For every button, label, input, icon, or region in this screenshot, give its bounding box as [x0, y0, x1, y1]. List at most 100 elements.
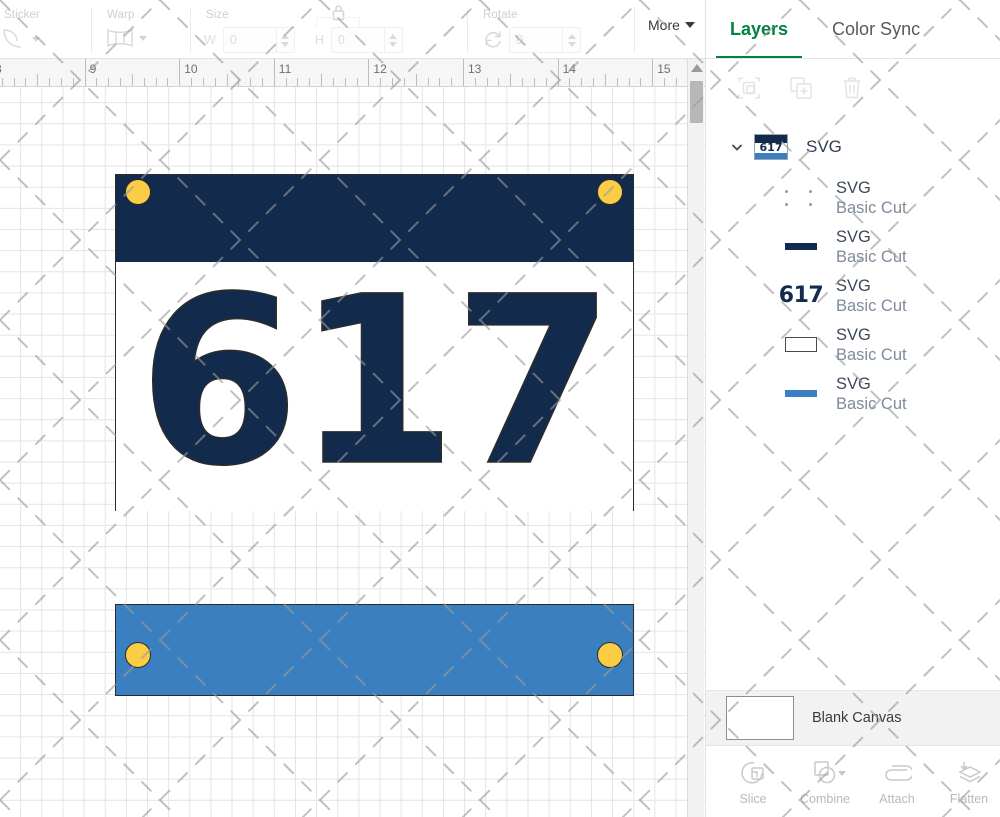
flatten-button[interactable]: Flatten — [940, 758, 998, 806]
delete-icon[interactable] — [840, 75, 864, 106]
group-icon[interactable] — [736, 75, 762, 106]
layer-text: SVG Basic Cut — [836, 178, 907, 218]
ruler-number: 14 — [562, 62, 576, 76]
horizontal-ruler[interactable]: 8 9 10 11 12 13 14 15 — [0, 59, 710, 87]
layer-subtitle: Basic Cut — [836, 198, 907, 217]
blank-canvas-row[interactable]: Blank Canvas — [706, 690, 1000, 745]
chevron-down-icon[interactable] — [726, 136, 748, 158]
layer-row-rect[interactable]: SVG Basic Cut — [706, 320, 1000, 369]
app-root: Sticker Warp Size W 0 H 0 Rotate 0 More … — [0, 0, 1000, 817]
right-panel: Layers Color Sync 617 SVG SVG Basic Cut … — [705, 0, 1000, 817]
layer-row-group[interactable]: 617 SVG — [706, 121, 1000, 173]
height-axis-label: H — [314, 33, 324, 47]
layer-title: SVG — [836, 178, 871, 197]
tab-color-sync-label: Color Sync — [832, 19, 921, 39]
ruler-major-tick — [557, 59, 559, 86]
scroll-up-arrow[interactable] — [691, 64, 703, 72]
ruler-minor-tick — [628, 78, 630, 86]
ruler-minor-tick — [285, 78, 287, 86]
grommet-bottom-left[interactable] — [125, 642, 151, 668]
layer-row-number[interactable]: 617 SVG Basic Cut — [706, 271, 1000, 320]
artwork-number[interactable]: 617 — [115, 265, 634, 499]
grommet-top-right[interactable] — [597, 179, 623, 205]
tab-layers-label: Layers — [730, 19, 789, 39]
layer-row-dots[interactable]: SVG Basic Cut — [706, 173, 1000, 222]
layer-row-navy-bar[interactable]: SVG Basic Cut — [706, 222, 1000, 271]
layer-text: SVG Basic Cut — [836, 227, 907, 267]
combine-icon — [804, 758, 846, 788]
width-field[interactable]: 0 — [222, 27, 295, 53]
more-label: More — [648, 17, 680, 33]
height-field[interactable]: 0 — [330, 27, 403, 53]
ruler-minor-tick — [392, 78, 394, 86]
rotate-stepper[interactable] — [562, 27, 580, 53]
height-stepper[interactable] — [383, 27, 402, 53]
layer-title: SVG — [836, 325, 871, 344]
divider — [467, 7, 468, 53]
canvas-vertical-scrollbar[interactable] — [687, 59, 704, 817]
ruler-minor-tick — [415, 74, 417, 86]
layer-text: SVG Basic Cut — [836, 325, 907, 365]
ruler-major-tick — [652, 59, 654, 86]
layers-list[interactable]: 617 SVG SVG Basic Cut SVG Basic Cut 617 … — [706, 121, 1000, 690]
design-canvas[interactable]: 617 — [0, 87, 710, 817]
ruler-minor-tick — [616, 78, 618, 86]
rotate-field[interactable]: 0 — [509, 27, 581, 53]
duplicate-icon[interactable] — [788, 75, 814, 106]
ruler-minor-tick — [167, 78, 169, 86]
ruler-number: 8 — [0, 62, 2, 76]
combine-button[interactable]: Combine — [796, 758, 854, 806]
ruler-minor-tick — [250, 78, 252, 86]
grommet-bottom-right[interactable] — [597, 642, 623, 668]
ruler-minor-tick — [427, 78, 429, 86]
ruler-minor-tick — [439, 78, 441, 86]
layer-thumbnail — [778, 183, 824, 213]
tab-color-sync[interactable]: Color Sync — [832, 0, 920, 59]
divider — [190, 7, 191, 53]
artwork-group[interactable]: 617 — [115, 174, 634, 696]
chevron-down-icon[interactable] — [139, 35, 147, 41]
attach-button[interactable]: Attach — [868, 758, 926, 806]
width-axis-label: W — [204, 33, 216, 47]
ruler-minor-tick — [202, 78, 204, 86]
ruler-number: 11 — [278, 62, 292, 76]
panel-toolbar — [706, 59, 1000, 121]
width-stepper[interactable] — [275, 27, 294, 53]
ruler-minor-tick — [474, 78, 476, 86]
grommet-top-left[interactable] — [125, 179, 151, 205]
chevron-down-icon — [838, 770, 846, 776]
dots-thumb — [782, 183, 820, 213]
slice-label: Slice — [739, 791, 767, 806]
rotate-icon[interactable] — [481, 29, 505, 51]
sticker-icon[interactable] — [2, 27, 28, 51]
ruler-minor-tick — [226, 74, 228, 86]
number-thumb: 617 — [778, 283, 824, 308]
toolbar-group-rotate: Rotate 0 — [481, 0, 621, 59]
warp-icon[interactable] — [105, 27, 135, 49]
width-value[interactable]: 0 — [224, 33, 276, 47]
ruler-minor-tick — [498, 78, 500, 86]
aspect-lock[interactable] — [316, 4, 360, 27]
rotate-value[interactable]: 0 — [510, 33, 562, 47]
artwork-bottom-band[interactable] — [115, 604, 634, 696]
layer-thumbnail — [778, 390, 824, 397]
ruler-minor-tick — [451, 78, 453, 86]
scrollbar-thumb[interactable] — [690, 81, 703, 123]
height-value[interactable]: 0 — [332, 33, 384, 47]
divider — [91, 7, 92, 53]
more-button[interactable]: More — [648, 17, 695, 33]
combine-label: Combine — [799, 791, 851, 806]
divider — [634, 7, 635, 53]
ruler-minor-tick — [510, 74, 512, 86]
ruler-minor-tick — [356, 78, 358, 86]
ruler-minor-tick — [155, 78, 157, 86]
layer-row-blue-bar[interactable]: SVG Basic Cut — [706, 369, 1000, 418]
chevron-down-icon[interactable] — [32, 36, 40, 42]
slice-button[interactable]: Slice — [724, 758, 782, 806]
ruler-minor-tick — [664, 78, 666, 86]
tab-layers[interactable]: Layers — [715, 0, 803, 59]
ruler-minor-tick — [332, 78, 334, 86]
layer-subtitle: Basic Cut — [836, 247, 907, 266]
ruler-number: 10 — [184, 62, 198, 76]
ruler-number: 15 — [657, 62, 671, 76]
